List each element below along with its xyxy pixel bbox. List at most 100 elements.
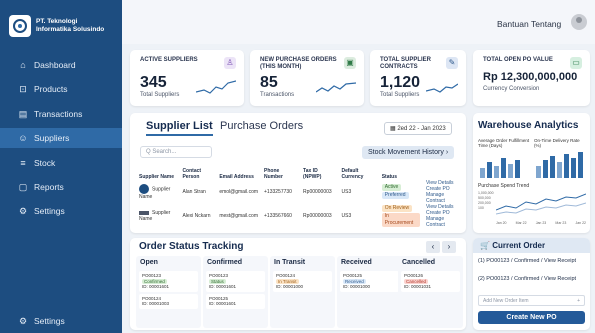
order-card[interactable]: PO00125 ID: 00001601 xyxy=(206,293,265,309)
sidebar-item-dashboard[interactable]: ⌂ Dashboard xyxy=(0,55,122,75)
col-header[interactable]: Status xyxy=(379,164,423,180)
trend-x-axis: Jan 20 Mar 22 Jan 23 Mar 23 Jan 22 xyxy=(496,221,586,225)
metric-ontime-label: On-Time Delivery Rate (%) xyxy=(534,138,580,148)
chevron-left-icon: ‹ xyxy=(431,242,435,251)
bar xyxy=(543,160,548,178)
add-order-item-input[interactable]: Add New Order Item + xyxy=(478,295,585,306)
bar xyxy=(550,156,555,178)
supplier-logo-icon xyxy=(139,210,149,215)
avatar[interactable] xyxy=(571,14,587,30)
about-link[interactable]: Tentang xyxy=(531,19,561,29)
order-card[interactable]: PO00126 Cancelled ID: 00001031 xyxy=(401,271,460,292)
column-title: Open xyxy=(140,259,158,266)
sidebar-item-label: Dashboard xyxy=(34,60,76,70)
order-card[interactable]: PO00123 Confirmed ID: 00001601 xyxy=(139,271,198,292)
stock-movement-history-button[interactable]: Stock Movement History › xyxy=(362,146,455,159)
y-tick: 100 xyxy=(478,206,484,210)
supplier-table: Supplier Name Contact Person Email Addre… xyxy=(136,164,461,228)
sparkline xyxy=(196,80,236,94)
status-column-open: Open PO00123 Confirmed ID: 00001601 PO00… xyxy=(136,256,201,328)
sidebar-item-suppliers[interactable]: ☺ Suppliers xyxy=(0,128,122,148)
bar xyxy=(487,162,492,178)
status-column-cancelled: Cancelled PO00126 Cancelled ID: 00001031 xyxy=(398,256,463,328)
status-cell: Active Preferred xyxy=(379,180,423,204)
sidebar-footer-settings[interactable]: ⚙ Settings xyxy=(0,311,122,331)
col-header[interactable]: Tax ID (NPWP) xyxy=(300,164,338,180)
table-row[interactable]: Supplier Name Alan Stran emol@gmail.com … xyxy=(136,180,461,204)
stat-label: NEW PURCHASE ORDERS (THIS MONTH) xyxy=(260,57,337,70)
table-row[interactable]: Supplier Name Alexi Nckarn mest@gmail.co… xyxy=(136,204,461,228)
tax-cell: Rp00000003 xyxy=(303,189,332,195)
supplier-name-cell: Supplier Name xyxy=(139,210,171,222)
brand-name-line1: PT. Teknologi xyxy=(36,18,78,25)
current-order-title: 🛒 Current Order xyxy=(480,241,546,250)
bar xyxy=(494,166,499,178)
order-status-title: Order Status Tracking xyxy=(139,241,244,252)
stat-card-new-purchase-orders: NEW PURCHASE ORDERS (THIS MONTH) ▣ 85 Tra… xyxy=(250,50,364,106)
cart-icon: 🛒 xyxy=(480,241,490,250)
x-tick: Mar 22 xyxy=(515,221,527,225)
report-icon: ▢ xyxy=(18,182,28,192)
manage-contract-link[interactable]: Manage Contract xyxy=(426,192,458,204)
home-icon: ⌂ xyxy=(20,60,26,70)
order-card[interactable]: PO00124 In Transit ID: 00001000 xyxy=(273,271,332,292)
warehouse-bar-charts xyxy=(480,152,583,178)
actions-cell: View Details Create PO Manage Contract xyxy=(423,180,461,204)
trend-y-axis: 1,000,000 500,000 200,000 100 xyxy=(478,191,494,211)
order-card[interactable]: PO00123 Status ID: 00001601 xyxy=(206,271,265,292)
contact-cell: Alexi Nckarn xyxy=(182,213,211,219)
stat-value: 345 xyxy=(140,74,167,91)
document-icon: ▣ xyxy=(344,57,356,69)
chevron-right-icon: › xyxy=(447,242,451,251)
current-order-line[interactable]: (1) PO00123 / Confirmed / View Receipt xyxy=(478,258,576,264)
next-button[interactable]: › xyxy=(442,241,456,253)
search-input[interactable]: Q Search... xyxy=(140,146,212,158)
col-header[interactable]: Email Address xyxy=(216,164,261,180)
sidebar-item-transactions[interactable]: ▤ Transactions xyxy=(0,104,122,124)
col-header[interactable]: Default Currency xyxy=(339,164,379,180)
stat-value: 85 xyxy=(260,74,278,91)
help-link[interactable]: Bantuan xyxy=(497,19,529,29)
bar xyxy=(564,154,569,178)
column-title: Confirmed xyxy=(207,259,242,266)
bar xyxy=(515,160,520,178)
warehouse-analytics-title: Warehouse Analytics xyxy=(478,120,579,131)
supplier-logo-icon xyxy=(139,184,149,194)
gear-icon: ⚙ xyxy=(18,316,28,326)
manage-contract-link[interactable]: Manage Contract xyxy=(426,216,458,228)
stat-sub: Currency Conversion xyxy=(483,86,540,92)
sidebar-item-stock[interactable]: ≡ Stock xyxy=(0,153,122,173)
col-header[interactable]: Contact Person xyxy=(179,164,216,180)
sidebar-item-products[interactable]: ⊡ Products xyxy=(0,79,122,99)
create-new-po-button[interactable]: Create New PO xyxy=(478,311,585,324)
col-header[interactable]: Phone Number xyxy=(261,164,300,180)
tax-cell: Rp00000003 xyxy=(303,213,332,219)
sidebar-item-label: Reports xyxy=(34,182,64,192)
x-tick: Mar 23 xyxy=(555,221,567,225)
sidebar-item-settings[interactable]: ⚙ Settings xyxy=(0,201,122,221)
date-range-picker[interactable]: ▦ 2ed 22 - Jan 2023 xyxy=(384,122,452,135)
status-column-confirmed: Confirmed PO00123 Status ID: 00001601 PO… xyxy=(203,256,268,328)
col-header[interactable]: Supplier Name xyxy=(136,164,179,180)
box-icon: ⊡ xyxy=(19,84,27,94)
status-badge: On Review xyxy=(381,204,413,212)
sidebar-item-reports[interactable]: ▢ Reports xyxy=(0,177,122,197)
plus-icon[interactable]: + xyxy=(577,298,580,304)
column-title: Cancelled xyxy=(402,259,436,266)
brand[interactable]: PT. Teknologi Informatika Solusindo xyxy=(0,0,122,40)
column-title: Received xyxy=(341,259,372,266)
phone-cell: +133257730 xyxy=(264,189,292,195)
tab-supplier-list[interactable]: Supplier List xyxy=(146,120,213,136)
order-card[interactable]: PO00124 ID: 00001003 xyxy=(139,293,198,309)
actions-cell: View Details Create PO Manage Contract xyxy=(423,204,461,228)
current-order-line[interactable]: (2) PO00123 / Confirmed / View Receipt xyxy=(478,276,576,282)
purchase-spend-trend-chart xyxy=(496,193,586,215)
tab-purchase-orders[interactable]: Purchase Orders xyxy=(220,120,303,132)
stack-icon: ≡ xyxy=(20,158,26,168)
prev-button[interactable]: ‹ xyxy=(426,241,440,253)
company-logo xyxy=(9,15,31,37)
sidebar-item-label: Products xyxy=(34,84,68,94)
cash-icon: ▭ xyxy=(570,57,582,69)
stat-label: ACTIVE SUPPLIERS xyxy=(140,57,198,63)
order-card[interactable]: PO00125 Received ID: 00001000 xyxy=(340,271,399,292)
